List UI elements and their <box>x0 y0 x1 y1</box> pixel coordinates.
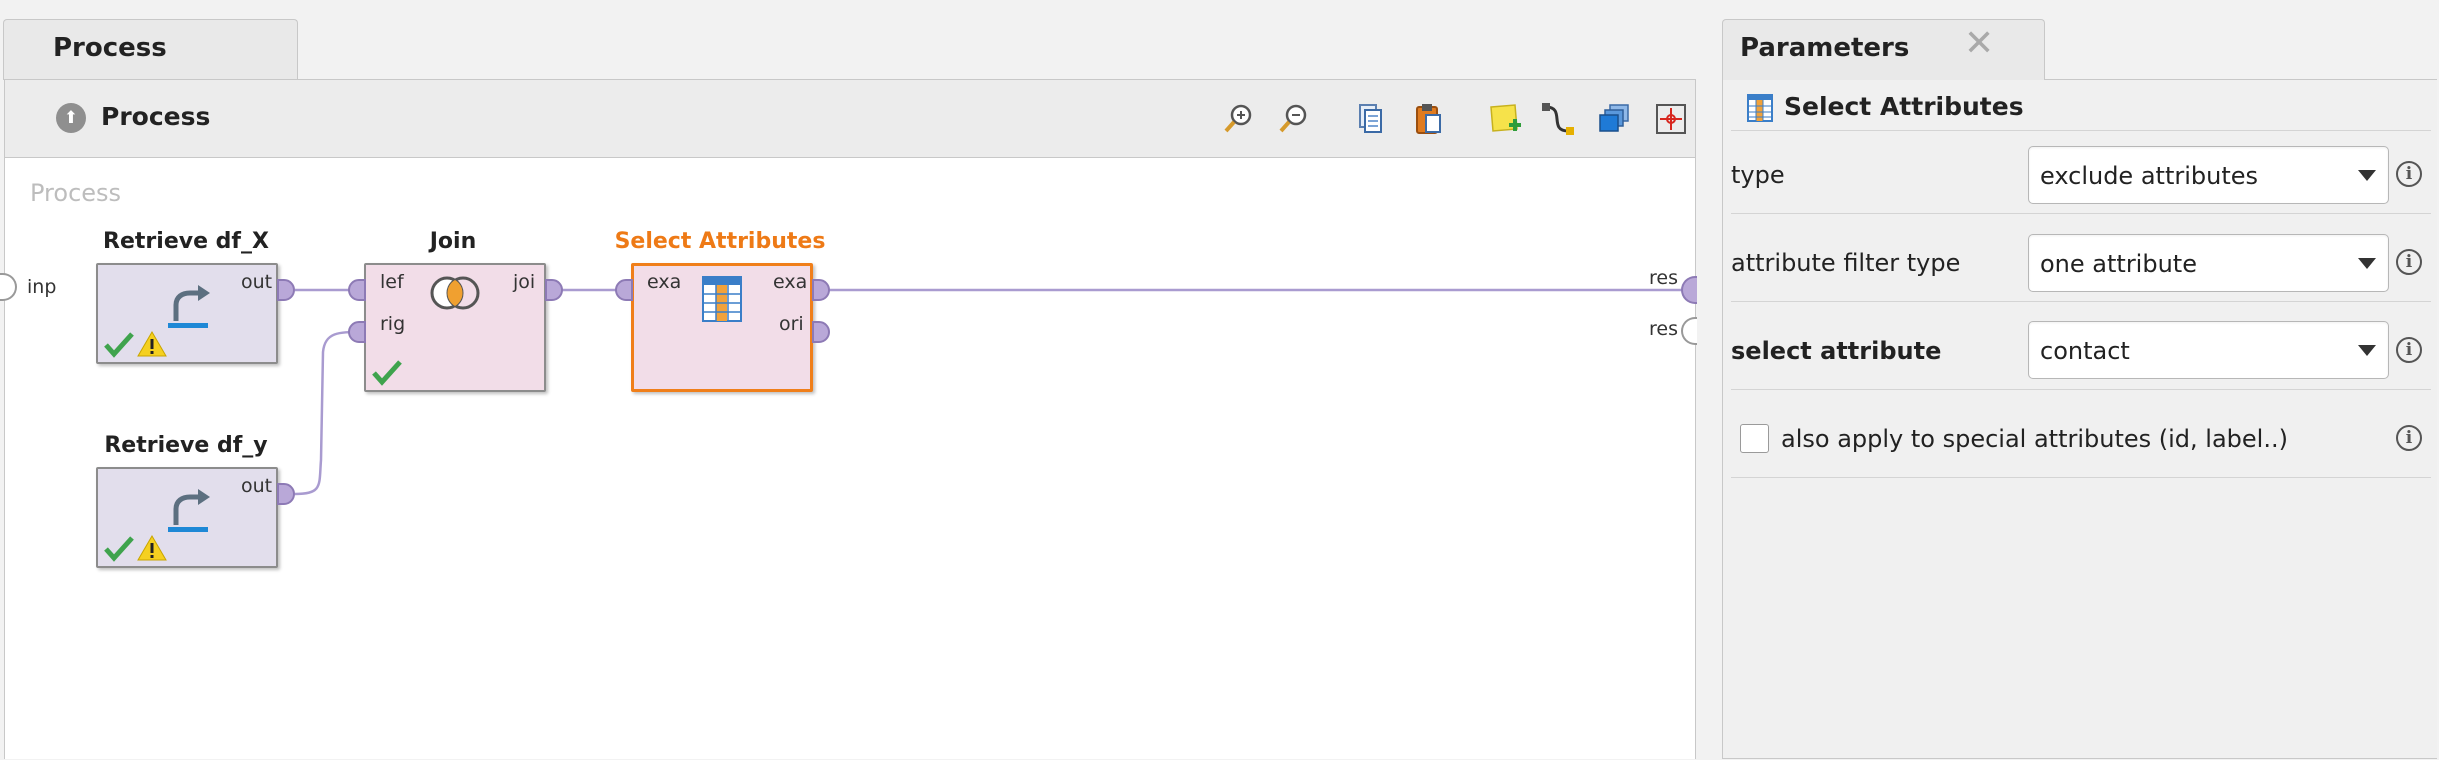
select-attributes-operator[interactable]: exa exa ori <box>631 263 813 392</box>
fit-view-icon[interactable] <box>1653 101 1689 137</box>
right-port-label: rig <box>380 313 406 335</box>
param-label-attribute-filter-type: attribute filter type <box>1731 249 1961 277</box>
retrieve-icon <box>168 489 210 532</box>
table-icon <box>1747 94 1773 122</box>
zoom-in-icon[interactable] <box>1221 101 1257 137</box>
breadcrumb[interactable]: Process <box>101 102 210 131</box>
info-icon[interactable]: i <box>2396 249 2422 275</box>
retrieve-icon <box>168 285 210 328</box>
row-divider <box>1731 301 2431 302</box>
exa-port-label: exa <box>647 271 682 293</box>
info-icon[interactable]: i <box>2396 337 2422 363</box>
table-icon <box>702 276 742 322</box>
result-port-label: res <box>1649 318 1678 340</box>
info-icon[interactable]: i <box>2396 161 2422 187</box>
left-port-label: lef <box>380 271 404 293</box>
row-divider <box>1731 477 2431 478</box>
check-icon <box>372 360 402 386</box>
retrieve-df-y-operator[interactable]: out <box>96 467 278 568</box>
attribute-filter-type-value: one attribute <box>2040 250 2197 278</box>
layers-icon[interactable] <box>1596 101 1632 137</box>
canvas-title: Process <box>30 179 122 207</box>
retrieve-df-x-operator[interactable]: out <box>96 263 278 364</box>
row-divider <box>1731 213 2431 214</box>
warning-icon[interactable] <box>137 330 167 358</box>
copy-icon[interactable] <box>1352 101 1388 137</box>
process-input-port-label: inp <box>27 276 57 298</box>
param-label-select-attribute: select attribute <box>1731 337 1942 365</box>
result-port-label: res <box>1649 267 1678 289</box>
zoom-out-icon[interactable] <box>1276 101 1312 137</box>
attribute-filter-type-select[interactable]: one attribute <box>2028 234 2389 292</box>
select-attribute-value: contact <box>2040 337 2130 365</box>
parameters-operator-name: Select Attributes <box>1784 92 2024 121</box>
close-icon[interactable]: ✕ <box>1964 26 1994 62</box>
param-label-type: type <box>1731 161 1785 189</box>
process-toolbar: ⬆ Process <box>5 80 1695 158</box>
check-icon <box>104 536 134 562</box>
join-port-label: joi <box>513 271 536 293</box>
chevron-down-icon <box>2358 345 2376 356</box>
operator-title: Retrieve df_y <box>104 433 268 458</box>
input-port[interactable] <box>615 279 633 301</box>
chevron-down-icon <box>2358 258 2376 269</box>
input-port[interactable] <box>348 279 366 301</box>
type-select[interactable]: exclude attributes <box>2028 146 2389 204</box>
row-divider <box>1731 389 2431 390</box>
paste-icon[interactable] <box>1410 101 1446 137</box>
auto-wire-icon[interactable] <box>1540 101 1576 137</box>
out-port-label: out <box>241 271 273 293</box>
process-panel: ⬆ Process Process inp res res Retrieve d… <box>0 79 1697 759</box>
select-attribute-select[interactable]: contact <box>2028 321 2389 379</box>
type-select-value: exclude attributes <box>2040 162 2259 190</box>
chevron-down-icon <box>2358 170 2376 181</box>
tab-parameters[interactable]: Parameters <box>1722 19 2045 80</box>
join-operator[interactable]: lef rig joi <box>364 263 546 392</box>
input-port[interactable] <box>348 321 366 343</box>
ori-port-label: ori <box>779 313 804 335</box>
operator-title: Retrieve df_X <box>103 229 269 254</box>
add-note-icon[interactable] <box>1487 101 1523 137</box>
special-attributes-label[interactable]: also apply to special attributes (id, la… <box>1781 425 2288 453</box>
warning-icon[interactable] <box>137 534 167 562</box>
check-icon <box>104 332 134 358</box>
operator-title: Select Attributes <box>614 229 826 254</box>
join-icon <box>430 276 480 310</box>
info-icon[interactable]: i <box>2396 425 2422 451</box>
tab-process[interactable]: Process <box>3 19 298 80</box>
exa-out-port-label: exa <box>773 271 808 293</box>
process-up-icon[interactable]: ⬆ <box>56 103 86 133</box>
special-attributes-checkbox[interactable] <box>1740 424 1769 453</box>
out-port-label: out <box>241 475 273 497</box>
operator-title: Join <box>429 229 477 254</box>
row-divider <box>1731 130 2431 131</box>
